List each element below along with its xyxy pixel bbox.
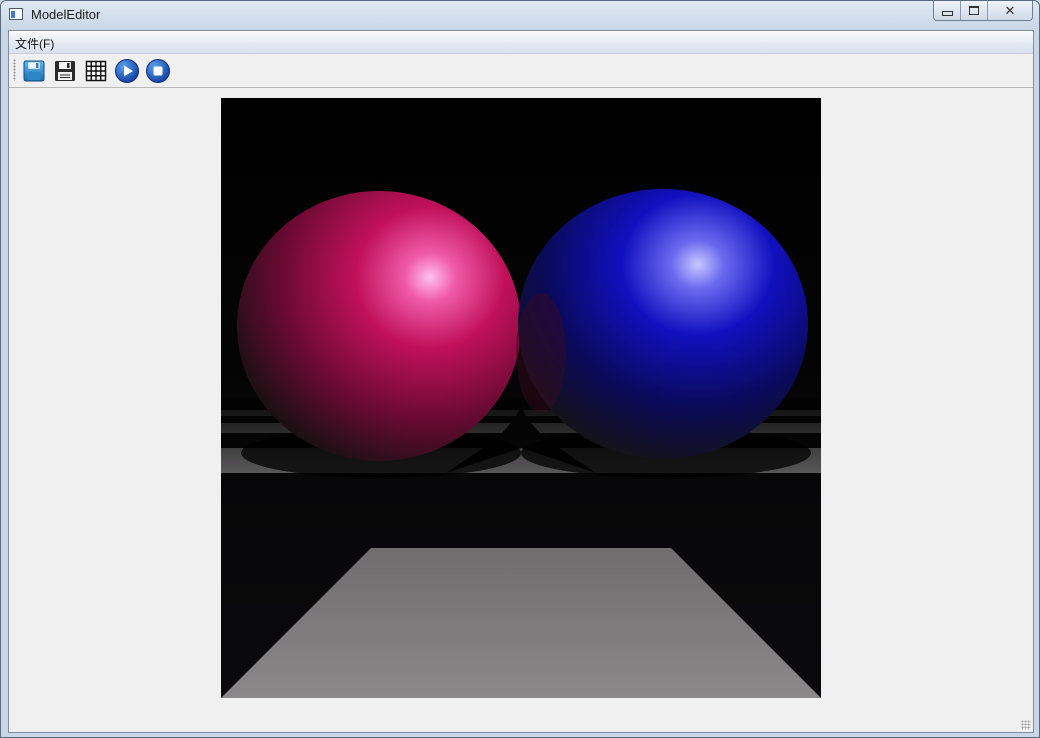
stop-button[interactable] (145, 58, 171, 84)
rendered-scene-image (221, 98, 821, 698)
caption-buttons: ✕ (933, 1, 1033, 21)
application-window: ModelEditor ✕ 文件(F) (0, 0, 1040, 738)
menu-file[interactable]: 文件(F) (15, 35, 54, 52)
play-button[interactable] (114, 58, 140, 84)
red-sphere (237, 191, 521, 461)
save-button[interactable] (21, 58, 47, 84)
title-bar[interactable]: ModelEditor ✕ (1, 1, 1039, 30)
save-as-icon (55, 61, 75, 81)
render-viewport[interactable] (221, 98, 821, 698)
grid-button[interactable] (83, 58, 109, 84)
maximize-button[interactable] (960, 1, 987, 20)
toolbar-grip[interactable] (13, 59, 16, 81)
grid-icon (85, 60, 107, 82)
play-icon (115, 59, 139, 83)
window-title: ModelEditor (31, 7, 101, 22)
window-app-icon[interactable] (9, 8, 23, 20)
menu-bar: 文件(F) (9, 31, 1033, 54)
toolbar (9, 54, 1033, 88)
resize-grip[interactable] (1021, 720, 1031, 730)
minimize-button[interactable] (934, 1, 960, 20)
close-button[interactable]: ✕ (987, 1, 1032, 20)
stop-icon (146, 59, 170, 83)
minimize-icon (941, 11, 953, 16)
save-icon (23, 60, 45, 82)
save-as-button[interactable] (52, 58, 78, 84)
close-icon: ✕ (1004, 2, 1016, 18)
maximize-icon (969, 6, 979, 15)
client-area: 文件(F) (8, 30, 1034, 733)
